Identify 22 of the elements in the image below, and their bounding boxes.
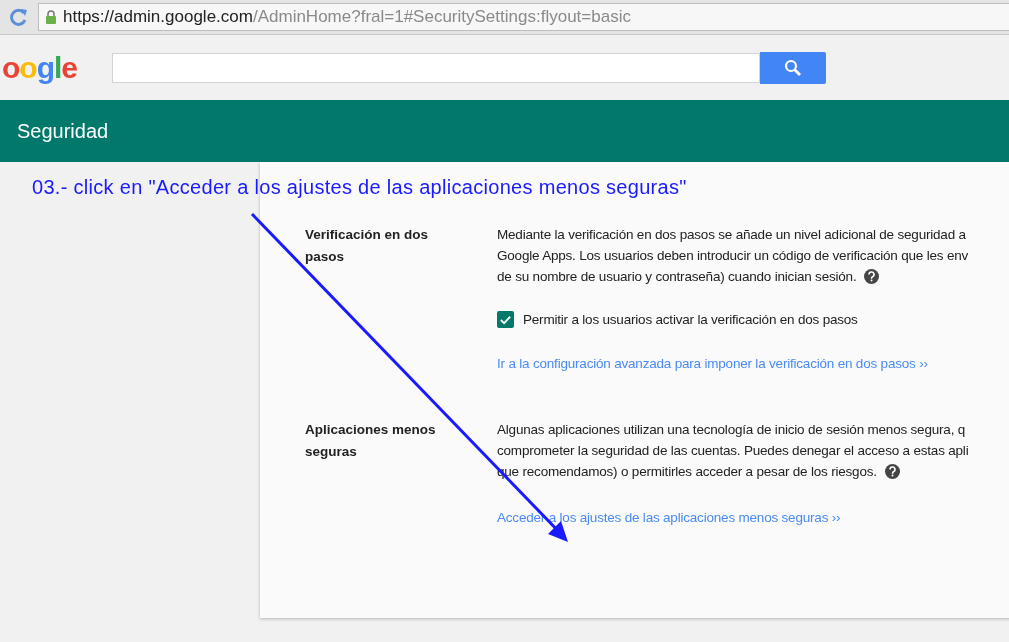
annotation-text: 03.- click en "Acceder a los ajustes de las aplicaciones menos seguras"	[32, 176, 687, 199]
description-line: Google Apps. Los usuarios deben introducir un código de verificación que les env	[497, 247, 969, 265]
description-line: Algunas aplicaciones utilizan una tecnología de inicio de sesión menos segura, q	[497, 421, 966, 439]
section-label: Verificación en dos pasos	[304, 226, 430, 266]
checkbox-label[interactable]: Permitir a los usuarios activar la verificación en dos pasos	[523, 312, 858, 327]
description-line: Mediante la verificación en dos pasos se añade un nivel adicional de seguridad a	[497, 226, 966, 244]
search-button[interactable]	[760, 51, 826, 84]
description-line: comprometer la seguridad de las cuentas. Puedes denegar el acceso a estas apli	[497, 442, 969, 460]
page-title: Seguridad	[17, 119, 109, 143]
help-icon[interactable]	[864, 269, 880, 284]
help-icon[interactable]	[884, 464, 900, 479]
reload-icon[interactable]	[8, 6, 30, 28]
description-line: de su nombre de usuario y contraseña) cuando inician sesión.	[497, 268, 857, 286]
lock-icon	[45, 10, 57, 24]
search-field[interactable]	[112, 52, 760, 83]
settings-link[interactable]: Acceder a los ajustes de las aplicaciones menos seguras ››	[497, 510, 841, 525]
checkbox[interactable]	[497, 311, 514, 328]
search-icon	[784, 58, 802, 77]
section-label: Aplicaciones menos seguras	[304, 421, 437, 461]
settings-link[interactable]: Ir a la configuración avanzada para imponer la verificación en dos pasos ››	[497, 356, 928, 371]
logo[interactable]: oogle	[2, 50, 112, 85]
address-field[interactable]: https://admin.google.com/AdminHome?fral=1#SecuritySettings:flyout=basic	[38, 3, 1009, 31]
